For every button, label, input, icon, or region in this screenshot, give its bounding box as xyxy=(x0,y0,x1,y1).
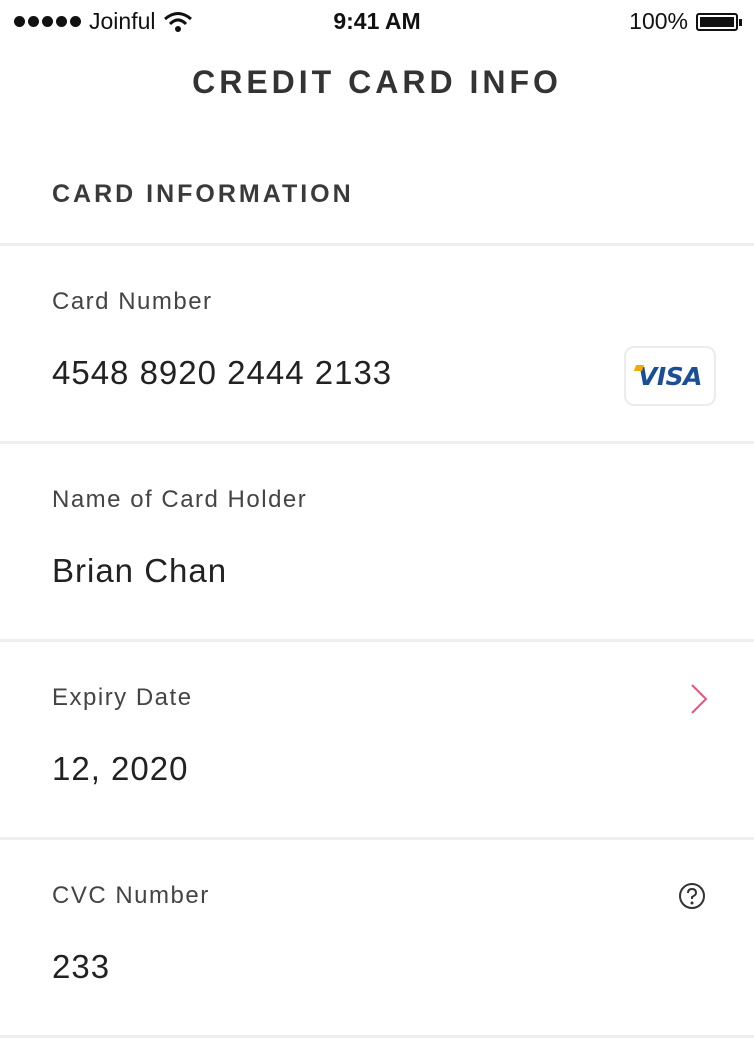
card-number-field[interactable]: Card Number 4548 8920 2444 2133 VISA xyxy=(0,246,754,441)
cvc-field[interactable]: CVC Number 233 xyxy=(0,840,754,1035)
card-number-label: Card Number xyxy=(52,288,213,315)
cvc-value[interactable]: 233 xyxy=(52,948,110,986)
visa-logo-icon: VISA xyxy=(624,346,716,406)
status-right: 100% xyxy=(629,8,742,35)
card-brand-label: VISA xyxy=(637,361,703,391)
cvc-label: CVC Number xyxy=(52,882,210,909)
card-holder-field[interactable]: Name of Card Holder Brian Chan xyxy=(0,444,754,639)
chevron-right-icon[interactable] xyxy=(688,682,710,716)
card-holder-label: Name of Card Holder xyxy=(52,486,308,513)
page-title: CREDIT CARD INFO xyxy=(192,64,562,100)
expiry-date-field[interactable]: Expiry Date 12, 2020 xyxy=(0,642,754,837)
section-title: CARD INFORMATION xyxy=(52,180,354,208)
card-number-value[interactable]: 4548 8920 2444 2133 xyxy=(52,354,392,392)
status-bar: Joinful 9:41 AM 100% xyxy=(0,0,754,42)
battery-percent: 100% xyxy=(629,8,688,34)
help-circle-icon[interactable] xyxy=(678,882,706,910)
divider xyxy=(0,1035,754,1038)
card-holder-value[interactable]: Brian Chan xyxy=(52,552,227,590)
expiry-date-value[interactable]: 12, 2020 xyxy=(52,750,188,788)
expiry-date-label: Expiry Date xyxy=(52,684,193,711)
battery-icon xyxy=(696,12,742,31)
